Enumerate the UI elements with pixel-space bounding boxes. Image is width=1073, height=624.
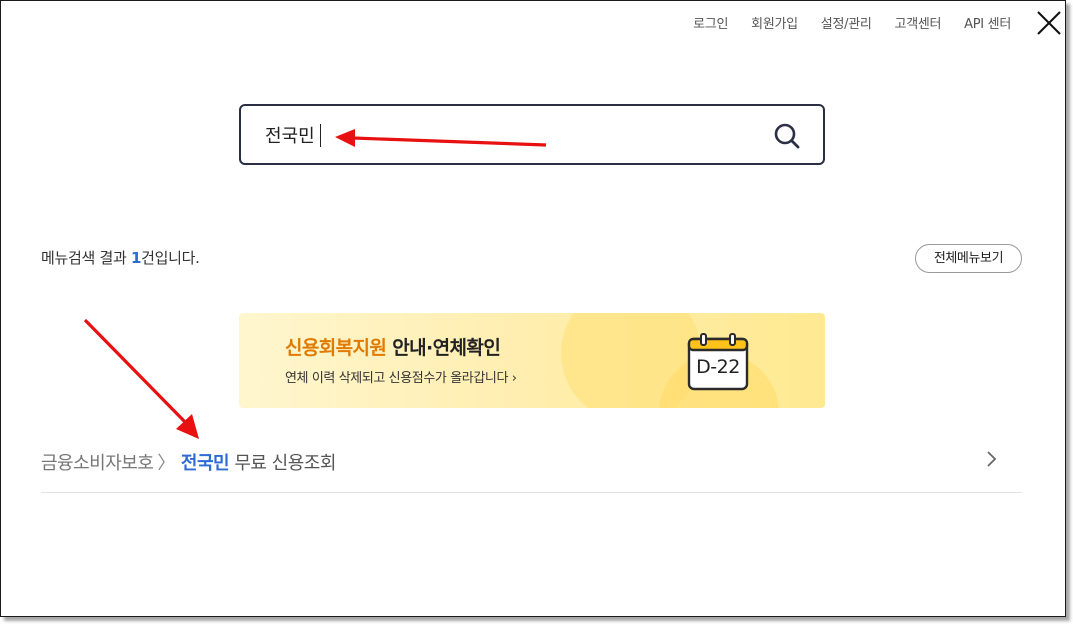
result-count-suffix: 건입니다. <box>141 249 200 267</box>
credit-recovery-banner[interactable]: 신용회복지원 안내·연체확인 연체 이력 삭제되고 신용점수가 올라갑니다 › … <box>239 313 825 408</box>
nav-settings-link[interactable]: 설정/관리 <box>821 13 872 32</box>
text-caret <box>320 124 321 147</box>
result-count-number: 1 <box>130 249 142 267</box>
menu-search-panel: 로그인 회원가입 설정/관리 고객센터 API 센터 메뉴검색 결과 1건입니다… <box>0 0 1066 617</box>
banner-title-rest: 안내·연체확인 <box>386 337 501 359</box>
breadcrumb-separator: 〉 <box>157 453 175 474</box>
result-breadcrumb: 금융소비자보호 〉 전국민 무료 신용조회 <box>41 449 336 475</box>
nav-signup-link[interactable]: 회원가입 <box>751 13 798 32</box>
banner-title-highlight: 신용회복지원 <box>285 337 387 359</box>
banner-title: 신용회복지원 안내·연체확인 <box>285 333 501 360</box>
d-day-label: D-22 <box>696 356 740 378</box>
close-icon <box>1037 11 1061 35</box>
result-match-text: 전국민 <box>180 453 230 474</box>
result-count-prefix: 메뉴검색 결과 <box>41 249 131 267</box>
nav-api-center-link[interactable]: API 센터 <box>964 13 1011 32</box>
banner-subtitle: 연체 이력 삭제되고 신용점수가 올라갑니다 › <box>285 371 517 386</box>
annotation-arrow-result <box>83 318 199 439</box>
result-title-rest: 무료 신용조회 <box>229 453 336 474</box>
view-all-menu-button[interactable]: 전체메뉴보기 <box>915 244 1022 273</box>
search-button[interactable] <box>773 122 801 150</box>
search-icon <box>774 123 800 149</box>
search-result-count: 메뉴검색 결과 1건입니다. <box>41 247 200 268</box>
search-input[interactable] <box>265 120 765 150</box>
nav-login-link[interactable]: 로그인 <box>693 13 728 32</box>
result-category: 금융소비자보호 <box>41 453 154 474</box>
search-box <box>239 104 825 165</box>
close-button[interactable] <box>1035 9 1063 37</box>
top-utility-nav: 로그인 회원가입 설정/관리 고객센터 API 센터 <box>670 13 1011 32</box>
nav-support-link[interactable]: 고객센터 <box>895 13 942 32</box>
search-result-item[interactable]: 금융소비자보호 〉 전국민 무료 신용조회 <box>41 441 1022 493</box>
chevron-right-icon <box>987 451 997 467</box>
